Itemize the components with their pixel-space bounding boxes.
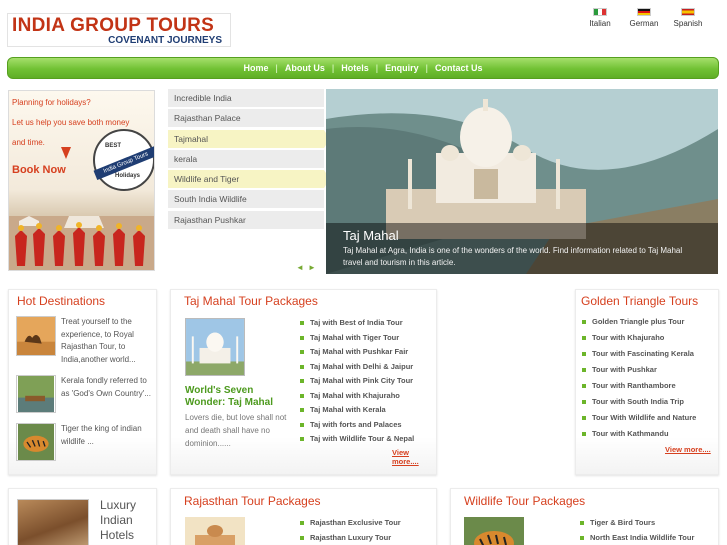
tour-item-incredible-india[interactable]: Incredible India <box>168 89 324 107</box>
wildlife-links: Tiger & Bird Tours North East India Wild… <box>580 518 694 545</box>
golden-link[interactable]: Tour With Wildlife and Nature <box>582 413 696 429</box>
nav-enquiry[interactable]: Enquiry <box>378 63 426 73</box>
language-label: Italian <box>589 19 611 28</box>
rajasthan-links: Rajasthan Exclusive Tour Rajasthan Luxur… <box>300 518 401 545</box>
nav-home[interactable]: Home <box>237 63 276 73</box>
slide-prev-button[interactable]: ◄ <box>296 263 304 272</box>
promo-line: and time. <box>12 138 45 147</box>
golden-triangle-box: Golden Triangle Tours Golden Triangle pl… <box>575 289 719 475</box>
tour-category-list: Incredible India Rajasthan Palace Tajmah… <box>168 89 330 231</box>
language-italian[interactable]: Italian <box>580 8 620 28</box>
flag-italy-icon <box>593 8 607 16</box>
tour-item-rajasthan-palace[interactable]: Rajasthan Palace <box>168 109 324 128</box>
golden-view-more-link[interactable]: View more.... <box>665 445 711 454</box>
badge-best-label: BEST <box>105 143 122 149</box>
main-nav: Home | About Us | Hotels | Enquiry | Contact Us <box>7 57 719 79</box>
rajasthan-packages-title: Rajasthan Tour Packages <box>184 494 321 508</box>
wildlife-packages-box: Wildlife Tour Packages Tiger & Bird Tour… <box>450 488 719 545</box>
rajasthan-link[interactable]: Rajasthan Exclusive Tour <box>300 518 401 533</box>
golden-link[interactable]: Tour with South India Trip <box>582 397 696 413</box>
tour-item-rajasthan-pushkar[interactable]: Rajasthan Pushkar <box>168 210 324 229</box>
taj-link[interactable]: Taj with Wildlife Tour & Nepal <box>300 434 414 449</box>
rajasthan-link[interactable]: Rajasthan Luxury Tour <box>300 533 401 545</box>
nav-about-us[interactable]: About Us <box>278 63 332 73</box>
golden-triangle-title: Golden Triangle Tours <box>581 294 699 308</box>
golden-link[interactable]: Golden Triangle plus Tour <box>582 317 696 333</box>
nav-contact-us[interactable]: Contact Us <box>428 63 490 73</box>
badge-holidays-label: Holidays <box>115 173 141 179</box>
flag-germany-icon <box>637 8 651 16</box>
arrow-down-icon <box>61 147 71 159</box>
hot-destinations-title: Hot Destinations <box>17 294 106 308</box>
hotel-room-image <box>17 499 89 545</box>
taj-link[interactable]: Taj with forts and Palaces <box>300 420 414 435</box>
hot-destinations-box: Hot Destinations Treat yourself to the e… <box>8 289 157 475</box>
page: INDIA GROUP TOURS COVENANT JOURNEYS Ital… <box>0 0 727 545</box>
wildlife-packages-title: Wildlife Tour Packages <box>464 494 586 508</box>
rajasthan-packages-box: Rajasthan Tour Packages Rajasthan Exclus… <box>170 488 437 545</box>
dancers-image <box>9 216 154 270</box>
hot-item-text: Kerala fondly referred to as 'God's Own … <box>61 376 151 398</box>
language-german[interactable]: German <box>624 8 664 28</box>
logo-subtitle: COVENANT JOURNEYS <box>108 35 222 46</box>
language-label: Spanish <box>673 19 703 28</box>
hot-item-text: Tiger the king of indian wildlife ... <box>61 424 142 446</box>
tiger-image <box>16 423 56 461</box>
golden-link[interactable]: Tour with Pushkar <box>582 365 696 381</box>
golden-link[interactable]: Tour with Ranthambore <box>582 381 696 397</box>
kerala-image <box>16 375 56 413</box>
slide-next-button[interactable]: ► <box>308 263 316 272</box>
taj-mahal-thumb[interactable] <box>185 318 245 376</box>
language-spanish[interactable]: Spanish <box>668 8 708 28</box>
golden-link[interactable]: Tour with Kathmandu <box>582 429 696 445</box>
nav-hotels[interactable]: Hotels <box>334 63 376 73</box>
tiger-thumb[interactable] <box>464 517 524 545</box>
taj-mahal-packages-title: Taj Mahal Tour Packages <box>184 294 318 308</box>
taj-view-more-link[interactable]: View more.... <box>392 448 436 466</box>
wildlife-link[interactable]: Tiger & Bird Tours <box>580 518 694 533</box>
site-logo[interactable]: INDIA GROUP TOURS COVENANT JOURNEYS <box>7 13 231 47</box>
wildlife-link[interactable]: North East India Wildlife Tour <box>580 533 694 545</box>
tour-item-kerala[interactable]: kerala <box>168 149 324 168</box>
taj-link[interactable]: Taj Mahal with Khajuraho <box>300 391 414 406</box>
golden-triangle-links: Golden Triangle plus Tour Tour with Khaj… <box>582 317 696 445</box>
language-label: German <box>629 19 659 28</box>
promo-line: Planning for holidays? <box>12 98 91 107</box>
taj-link[interactable]: Taj with Best of India Tour <box>300 318 414 333</box>
slide-title: Taj Mahal <box>343 228 399 243</box>
taj-link[interactable]: Taj Mahal with Pink City Tour <box>300 376 414 391</box>
luxury-hotels-box[interactable]: Luxury Indian Hotels <box>8 488 157 545</box>
golden-link[interactable]: Tour with Khajuraho <box>582 333 696 349</box>
tour-item-wildlife-and-tiger[interactable]: Wildlife and Tiger <box>168 170 330 189</box>
tour-item-south-india-wildlife[interactable]: South India Wildlife <box>168 190 324 209</box>
taj-link[interactable]: Taj Mahal with Delhi & Jaipur <box>300 362 414 377</box>
flag-spain-icon <box>681 8 695 16</box>
taj-link[interactable]: Taj Mahal with Kerala <box>300 405 414 420</box>
promo-line: Let us help you save both money <box>12 118 130 127</box>
taj-mahal-packages-box: Taj Mahal Tour Packages World's Seven Wo… <box>170 289 437 475</box>
golden-link[interactable]: Tour with Fascinating Kerala <box>582 349 696 365</box>
best-holidays-badge: BEST India Group Tours Holidays <box>93 129 154 191</box>
camel-image <box>16 316 56 356</box>
taj-mahal-heading[interactable]: World's Seven Wonder: Taj Mahal <box>185 385 290 409</box>
slide-description: Taj Mahal at Agra, India is one of the w… <box>343 246 683 267</box>
taj-link[interactable]: Taj Mahal with Tiger Tour <box>300 333 414 348</box>
taj-link[interactable]: Taj Mahal with Pushkar Fair <box>300 347 414 362</box>
tour-item-tajmahal[interactable]: Tajmahal <box>168 129 330 148</box>
book-now-link[interactable]: Book Now <box>12 164 66 176</box>
taj-mahal-links: Taj with Best of India Tour Taj Mahal wi… <box>300 318 414 449</box>
rajasthan-palace-thumb[interactable] <box>185 517 245 545</box>
taj-mahal-quote: Lovers die, but love shall not and death… <box>185 413 287 448</box>
hot-item-text: Treat yourself to the experience, to Roy… <box>61 317 136 364</box>
logo-title: INDIA GROUP TOURS <box>12 15 215 36</box>
promo-banner[interactable]: Planning for holidays? Let us help you s… <box>8 90 155 271</box>
luxury-hotels-label: Luxury Indian Hotels <box>100 498 137 542</box>
